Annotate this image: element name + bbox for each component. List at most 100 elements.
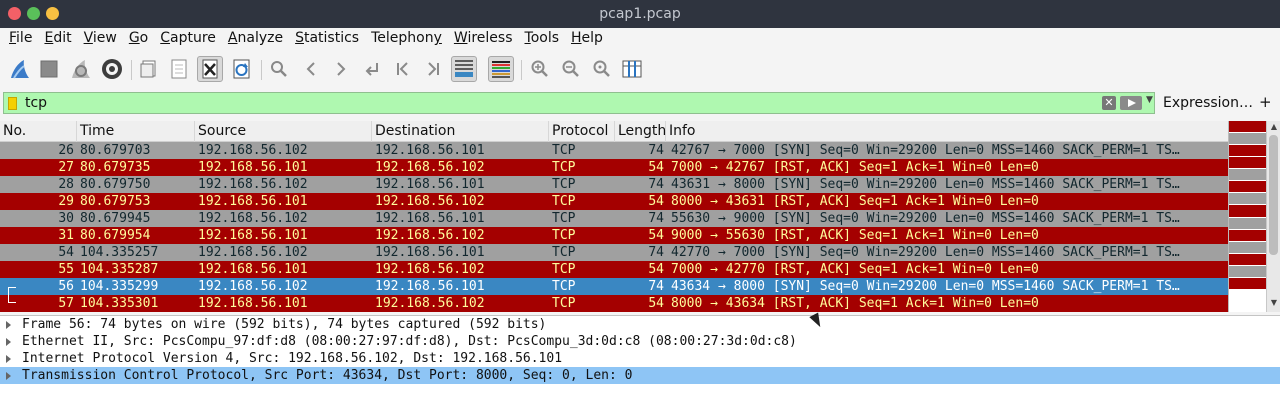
packet-time-cell: 80.679945 bbox=[80, 211, 151, 226]
expand-arrow-icon[interactable] bbox=[6, 338, 11, 346]
minimap-segment bbox=[1229, 133, 1266, 145]
minimap-segment bbox=[1229, 265, 1266, 277]
related-packet-bracket bbox=[8, 295, 16, 303]
detail-tree-item[interactable]: Transmission Control Protocol, Src Port:… bbox=[0, 367, 1280, 384]
apply-filter-icon[interactable] bbox=[1120, 96, 1142, 110]
first-packet-icon[interactable] bbox=[390, 56, 416, 82]
packet-proto-cell: TCP bbox=[552, 262, 576, 277]
packet-len-cell: 74 bbox=[648, 177, 664, 192]
packet-row[interactable]: 54 104.335257 192.168.56.102 192.168.56.101… bbox=[0, 244, 1228, 261]
zoom-in-icon[interactable] bbox=[527, 56, 553, 82]
zoom-normal-icon[interactable] bbox=[589, 56, 615, 82]
packet-row[interactable]: 55 104.335287 192.168.56.101 192.168.56.102… bbox=[0, 261, 1228, 278]
packet-dst-cell: 192.168.56.102 bbox=[375, 160, 485, 175]
column-header-source[interactable]: Source bbox=[195, 121, 372, 142]
packet-row-selected[interactable]: 56 104.335299 192.168.56.102 192.168.56.101… bbox=[0, 278, 1228, 295]
column-header-destination[interactable]: Destination bbox=[372, 121, 549, 142]
zoom-out-icon[interactable] bbox=[558, 56, 584, 82]
packet-row[interactable]: 57 104.335301 192.168.56.101 192.168.56.102… bbox=[0, 295, 1228, 312]
minimap-segment bbox=[1229, 241, 1266, 253]
column-header-length[interactable]: Length bbox=[615, 121, 666, 142]
packet-dst-cell: 192.168.56.102 bbox=[375, 228, 485, 243]
packet-src-cell: 192.168.56.102 bbox=[198, 211, 308, 226]
packet-row[interactable]: 31 80.679954 192.168.56.101 192.168.56.102 T… bbox=[0, 227, 1228, 244]
packet-row[interactable]: 28 80.679750 192.168.56.102 192.168.56.101 T… bbox=[0, 176, 1228, 193]
reload-icon[interactable] bbox=[229, 56, 255, 82]
menu-tools[interactable]: Tools bbox=[519, 28, 566, 50]
packet-src-cell: 192.168.56.101 bbox=[198, 228, 308, 243]
clear-filter-icon[interactable]: ✕ bbox=[1102, 96, 1116, 110]
main-toolbar bbox=[0, 50, 1280, 88]
menu-capture[interactable]: Capture bbox=[154, 28, 222, 50]
expand-arrow-icon[interactable] bbox=[6, 355, 11, 363]
scroll-down-icon[interactable]: ▼ bbox=[1269, 298, 1279, 307]
packet-len-cell: 54 bbox=[648, 194, 664, 209]
packet-minimap[interactable] bbox=[1228, 121, 1266, 312]
menu-statistics[interactable]: Statistics bbox=[289, 28, 365, 50]
go-to-packet-icon[interactable] bbox=[359, 56, 385, 82]
column-header-info[interactable]: Info bbox=[666, 121, 1228, 142]
close-file-icon[interactable] bbox=[197, 56, 223, 82]
gear-icon[interactable] bbox=[99, 56, 125, 82]
packet-row[interactable]: 29 80.679753 192.168.56.101 192.168.56.102 T… bbox=[0, 193, 1228, 210]
packet-proto-cell: TCP bbox=[552, 194, 576, 209]
packet-dst-cell: 192.168.56.102 bbox=[375, 296, 485, 311]
packet-len-cell: 54 bbox=[648, 262, 664, 277]
minimap-segment bbox=[1229, 229, 1266, 241]
detail-tree-item[interactable]: Internet Protocol Version 4, Src: 192.16… bbox=[0, 350, 1280, 367]
menu-bar: File Edit View Go Capture Analyze Statistics Te… bbox=[0, 28, 1280, 50]
expand-arrow-icon[interactable] bbox=[6, 372, 11, 380]
restart-fin-icon[interactable] bbox=[68, 56, 94, 82]
packet-info-cell: 42767 → 7000 [SYN] Seq=0 Win=29200 Len=0… bbox=[671, 143, 1180, 158]
menu-telephony[interactable]: Telephony bbox=[365, 28, 448, 50]
add-filter-button[interactable]: + bbox=[1259, 93, 1272, 111]
display-filter-input[interactable]: tcp ✕ ▼ bbox=[3, 92, 1155, 114]
menu-file[interactable]: File bbox=[3, 28, 38, 50]
autoscroll-icon[interactable] bbox=[451, 56, 477, 82]
packet-proto-cell: TCP bbox=[552, 143, 576, 158]
packet-no-cell: 29 bbox=[58, 194, 74, 209]
column-header-time[interactable]: Time bbox=[77, 121, 195, 142]
detail-tree-item[interactable]: Ethernet II, Src: PcsCompu_97:df:d8 (08:… bbox=[0, 333, 1280, 350]
column-header-no[interactable]: No. bbox=[0, 121, 77, 142]
packet-time-cell: 80.679753 bbox=[80, 194, 151, 209]
arrow-left-icon[interactable] bbox=[298, 56, 324, 82]
colorize-icon[interactable] bbox=[488, 56, 514, 82]
shark-fin-icon[interactable] bbox=[7, 56, 33, 82]
expression-button[interactable]: Expression… bbox=[1163, 95, 1253, 111]
packet-row[interactable]: 26 80.679703 192.168.56.102 192.168.56.101 T… bbox=[0, 142, 1228, 159]
scroll-up-icon[interactable]: ▲ bbox=[1269, 122, 1279, 131]
expand-arrow-icon[interactable] bbox=[6, 321, 11, 329]
menu-view[interactable]: View bbox=[78, 28, 123, 50]
search-icon[interactable] bbox=[266, 56, 292, 82]
title-bar: pcap1.pcap bbox=[0, 0, 1280, 28]
menu-help[interactable]: Help bbox=[565, 28, 609, 50]
stop-square-icon[interactable] bbox=[36, 56, 62, 82]
menu-go[interactable]: Go bbox=[123, 28, 154, 50]
filter-text[interactable]: tcp bbox=[25, 95, 47, 111]
column-header-protocol[interactable]: Protocol bbox=[549, 121, 615, 142]
menu-analyze[interactable]: Analyze bbox=[222, 28, 289, 50]
packet-list-header: No. Time Source Destination Protocol Len… bbox=[0, 121, 1228, 142]
packet-src-cell: 192.168.56.101 bbox=[198, 262, 308, 277]
open-file-icon[interactable] bbox=[136, 56, 162, 82]
arrow-right-icon[interactable] bbox=[328, 56, 354, 82]
filter-history-dropdown-icon[interactable]: ▼ bbox=[1146, 95, 1153, 105]
packet-list-scrollbar[interactable]: ▲ ▼ bbox=[1266, 121, 1280, 312]
packet-no-cell: 26 bbox=[58, 143, 74, 158]
menu-edit[interactable]: Edit bbox=[38, 28, 77, 50]
packet-dst-cell: 192.168.56.101 bbox=[375, 279, 485, 294]
packet-proto-cell: TCP bbox=[552, 177, 576, 192]
packet-info-cell: 9000 → 55630 [RST, ACK] Seq=1 Ack=1 Win=… bbox=[671, 228, 1039, 243]
scrollbar-thumb[interactable] bbox=[1269, 135, 1278, 255]
last-packet-icon[interactable] bbox=[420, 56, 446, 82]
packet-info-cell: 8000 → 43634 [RST, ACK] Seq=1 Ack=1 Win=… bbox=[671, 296, 1039, 311]
packet-row[interactable]: 27 80.679735 192.168.56.101 192.168.56.102 T… bbox=[0, 159, 1228, 176]
packet-row[interactable]: 30 80.679945 192.168.56.102 192.168.56.101 T… bbox=[0, 210, 1228, 227]
resize-columns-icon[interactable] bbox=[619, 56, 645, 82]
menu-wireless[interactable]: Wireless bbox=[448, 28, 519, 50]
bookmark-icon[interactable] bbox=[8, 97, 17, 110]
detail-tree-item[interactable]: Frame 56: 74 bytes on wire (592 bits), 7… bbox=[0, 316, 1280, 333]
file-icon[interactable] bbox=[166, 56, 192, 82]
packet-time-cell: 104.335287 bbox=[80, 262, 159, 277]
